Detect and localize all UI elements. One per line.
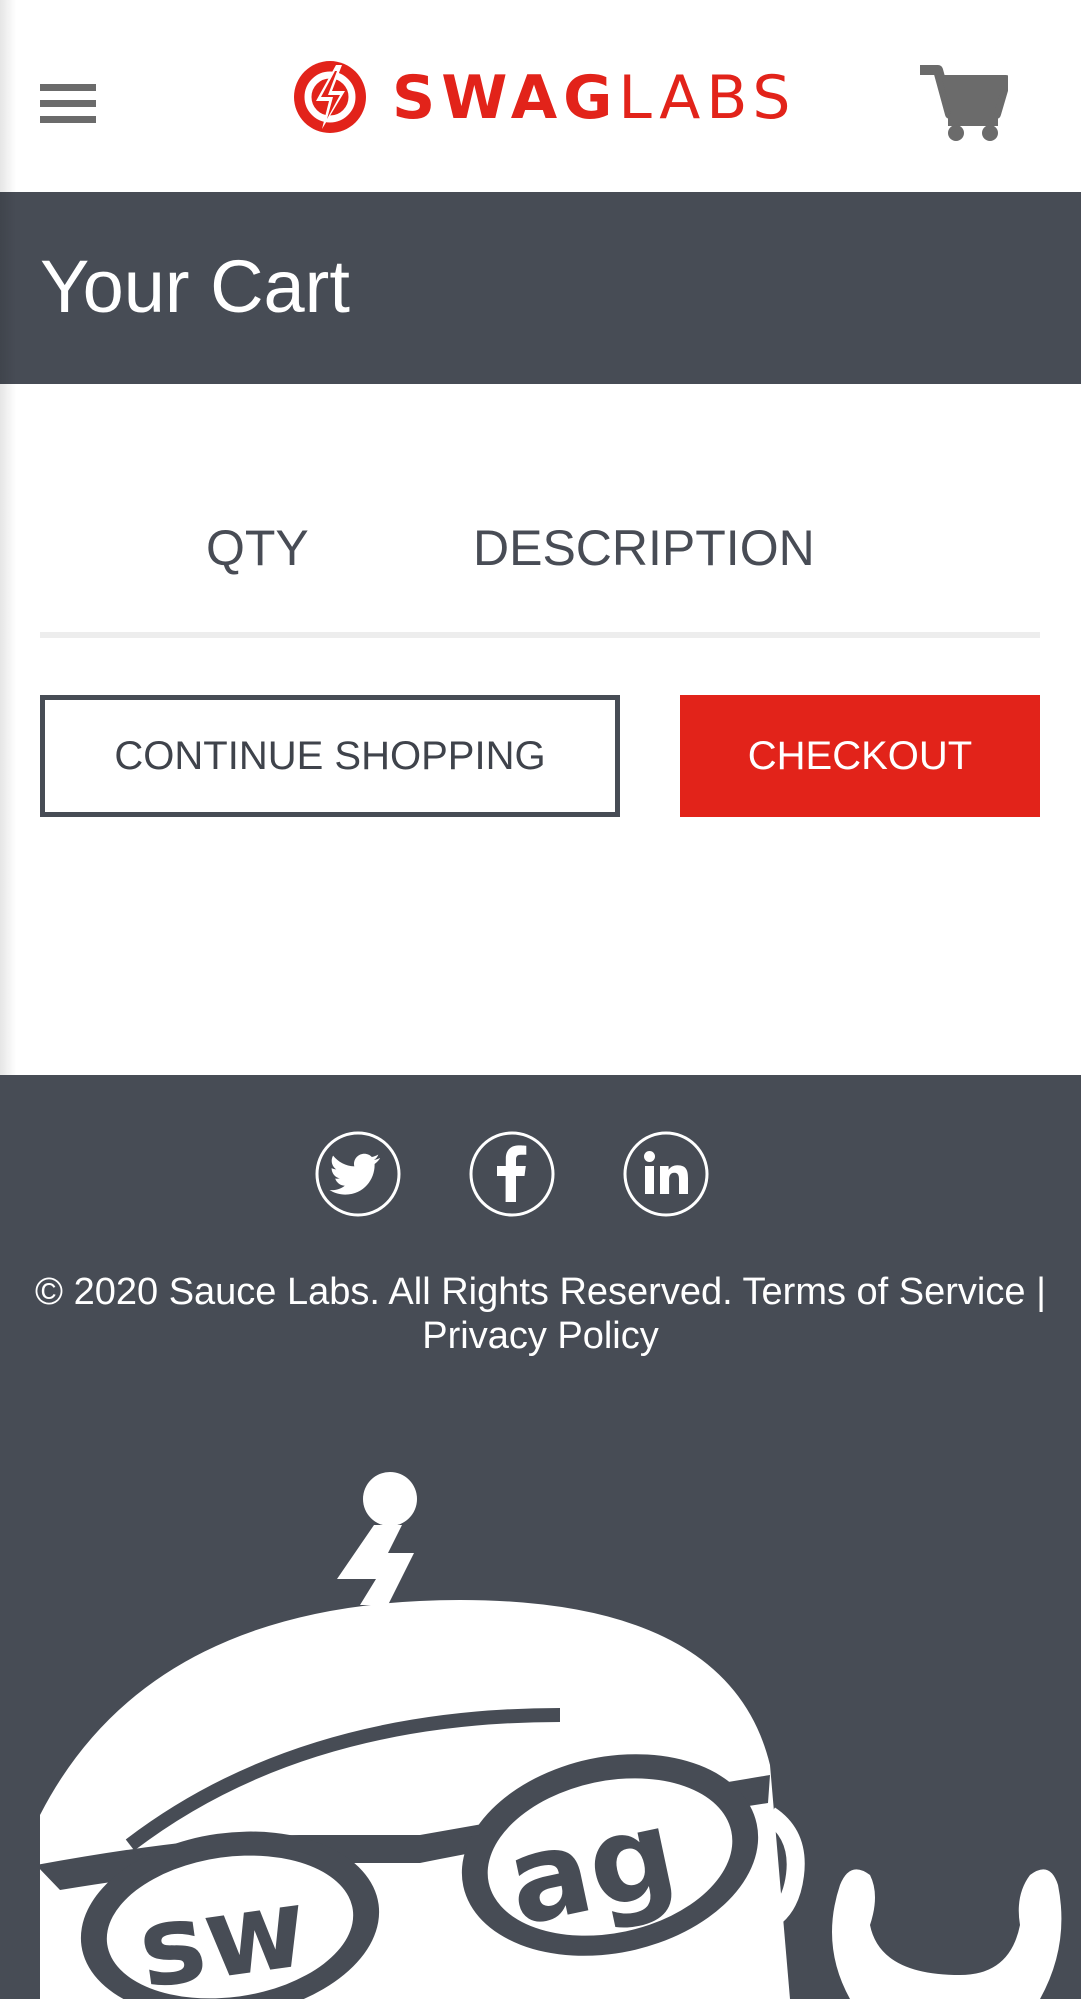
page-title: Your Cart <box>40 245 350 328</box>
page-footer: © 2020 Sauce Labs. All Rights Reserved. … <box>0 1075 1081 1999</box>
mascot-lens-text-left: sw <box>131 1863 314 1999</box>
checkout-button[interactable]: CHECKOUT <box>680 695 1040 817</box>
page-title-bar: Your Cart <box>0 192 1081 384</box>
swag-labs-logo: SWAGLABS <box>290 57 790 137</box>
hamburger-menu-icon[interactable] <box>40 78 98 128</box>
swag-bot-mascot: sw ag <box>36 1472 1062 1999</box>
description-column-header: DESCRIPTION <box>473 520 815 576</box>
continue-shopping-button[interactable]: CONTINUE SHOPPING <box>40 695 620 817</box>
brand-wordmark: SWAGLABS <box>392 63 797 133</box>
cart-list-divider <box>40 632 1040 638</box>
app-header: SWAGLABS <box>0 0 1081 192</box>
qty-column-header: QTY <box>206 520 309 576</box>
shopping-cart-icon[interactable] <box>918 62 1011 142</box>
swag-labs-bolt-logo-icon <box>294 61 366 133</box>
